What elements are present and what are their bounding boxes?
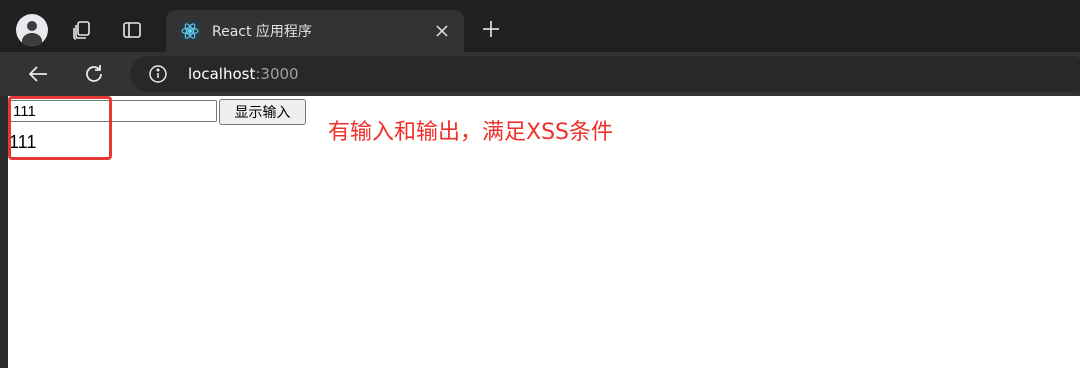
tab-search-icon[interactable] <box>114 12 150 48</box>
profile-icon[interactable] <box>14 12 50 48</box>
site-info-icon[interactable] <box>148 64 168 84</box>
window-edge <box>0 96 8 368</box>
show-input-button[interactable]: 显示输入 <box>219 99 306 125</box>
tab-active[interactable]: React 应用程序 <box>166 10 464 52</box>
close-icon[interactable] <box>430 19 454 43</box>
workspaces-icon[interactable] <box>64 12 100 48</box>
new-tab-icon[interactable] <box>476 14 506 44</box>
browser-toolbar: localhost:3000 <box>0 52 1080 96</box>
reload-icon[interactable] <box>78 58 110 90</box>
back-icon[interactable] <box>22 58 54 90</box>
url-host: localhost <box>188 65 256 83</box>
highlight-box <box>8 96 112 160</box>
address-bar[interactable]: localhost:3000 <box>130 56 1080 92</box>
page-content: 显示输入 111 有输入和输出，满足XSS条件 <box>8 96 1080 368</box>
url-text[interactable]: localhost:3000 <box>188 65 299 83</box>
url-port: :3000 <box>255 65 299 83</box>
react-icon <box>180 21 200 41</box>
tab-strip: React 应用程序 <box>0 0 1080 52</box>
annotation-text: 有输入和输出，满足XSS条件 <box>328 120 614 145</box>
tab-title: React 应用程序 <box>212 24 312 40</box>
